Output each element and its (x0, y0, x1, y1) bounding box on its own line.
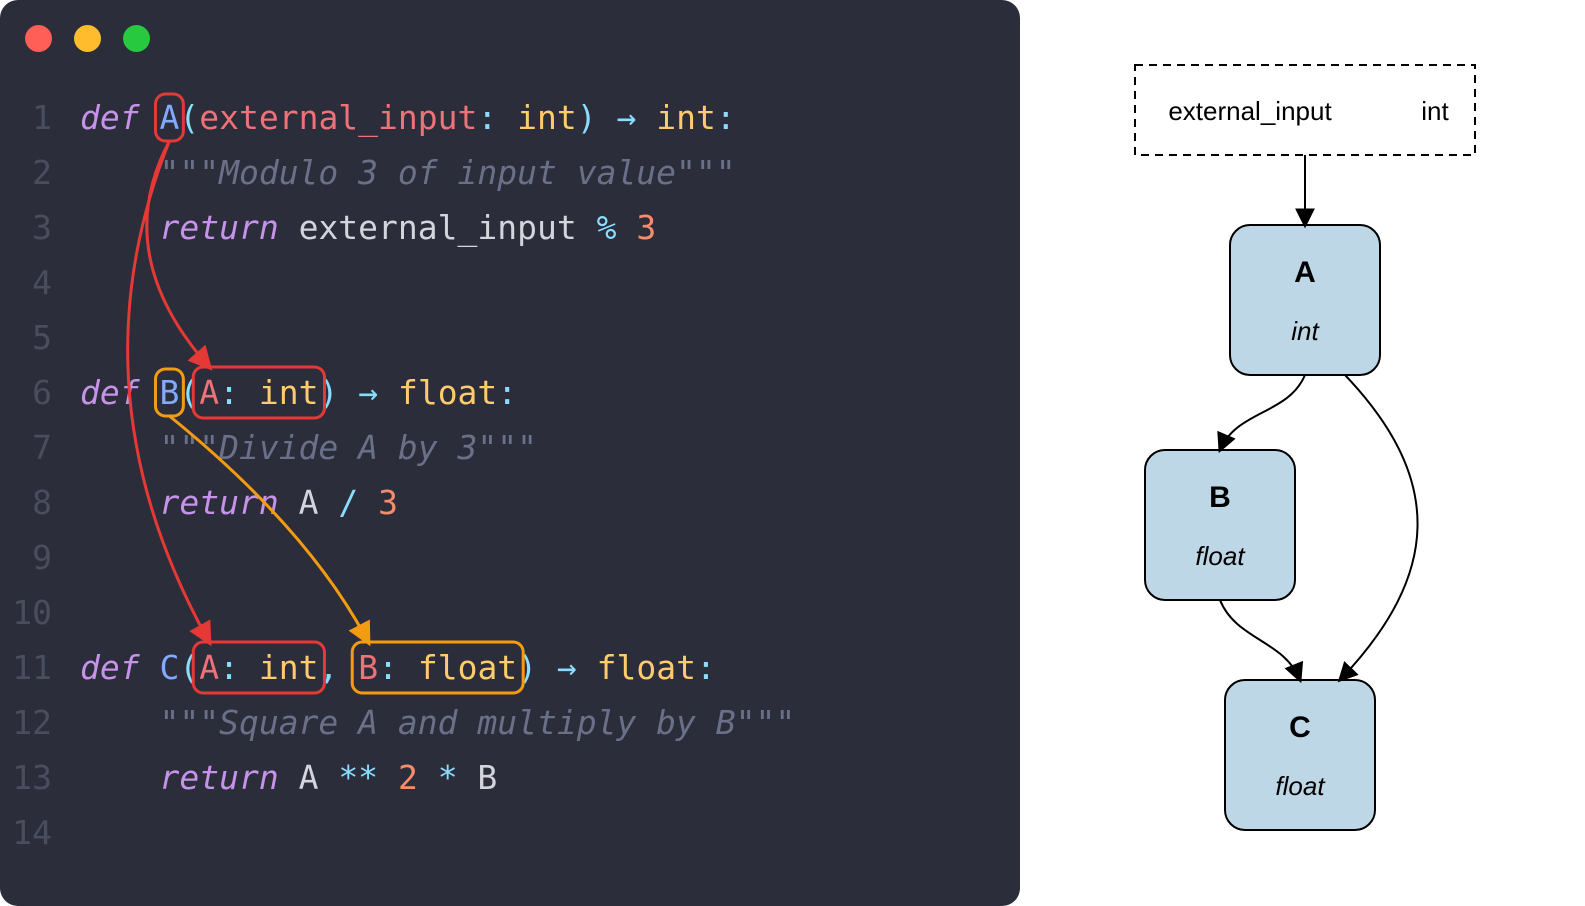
traffic-lights (25, 25, 150, 52)
line-number: 11 (0, 640, 80, 695)
diagram-node-label: A (1294, 256, 1316, 289)
code-line: def C(A: int, B: float) → float: (80, 640, 716, 695)
diagram-node-C (1225, 680, 1375, 830)
line-number: 1 (0, 90, 80, 145)
diagram-node-type: float (1195, 541, 1246, 571)
code-line: return external_input % 3 (80, 200, 656, 255)
minimize-icon[interactable] (74, 25, 101, 52)
code-line: """Modulo 3 of input value""" (80, 145, 736, 200)
line-number: 14 (0, 805, 80, 860)
line-number: 2 (0, 145, 80, 200)
line-number: 7 (0, 420, 80, 475)
dependency-diagram: external_inputintAintBfloatCfloat (1020, 0, 1585, 906)
code-line: def B(A: int) → float: (80, 365, 517, 420)
line-number: 6 (0, 365, 80, 420)
line-number: 9 (0, 530, 80, 585)
diagram-input-type: int (1421, 96, 1449, 126)
line-number: 12 (0, 695, 80, 750)
code-line: def A(external_input: int) → int: (80, 90, 736, 145)
diagram-edge (1340, 375, 1418, 680)
line-number: 8 (0, 475, 80, 530)
line-number: 4 (0, 255, 80, 310)
diagram-edge (1220, 600, 1300, 680)
code-line: """Square A and multiply by B""" (80, 695, 795, 750)
code-line: return A ** 2 * B (80, 750, 497, 805)
diagram-input-label: external_input (1168, 96, 1332, 126)
diagram-node-label: C (1289, 711, 1311, 744)
maximize-icon[interactable] (123, 25, 150, 52)
close-icon[interactable] (25, 25, 52, 52)
line-number: 5 (0, 310, 80, 365)
code-line: return A / 3 (80, 475, 398, 530)
code-line: """Divide A by 3""" (80, 420, 537, 475)
diagram-node-type: int (1291, 316, 1320, 346)
code-area: 1def A(external_input: int) → int:2 """M… (0, 90, 1020, 860)
diagram-edge (1220, 375, 1305, 450)
diagram-node-type: float (1275, 771, 1326, 801)
line-number: 3 (0, 200, 80, 255)
diagram-node-A (1230, 225, 1380, 375)
line-number: 13 (0, 750, 80, 805)
code-editor-window: 1def A(external_input: int) → int:2 """M… (0, 0, 1020, 906)
line-number: 10 (0, 585, 80, 640)
diagram-node-B (1145, 450, 1295, 600)
diagram-node-label: B (1209, 481, 1231, 514)
